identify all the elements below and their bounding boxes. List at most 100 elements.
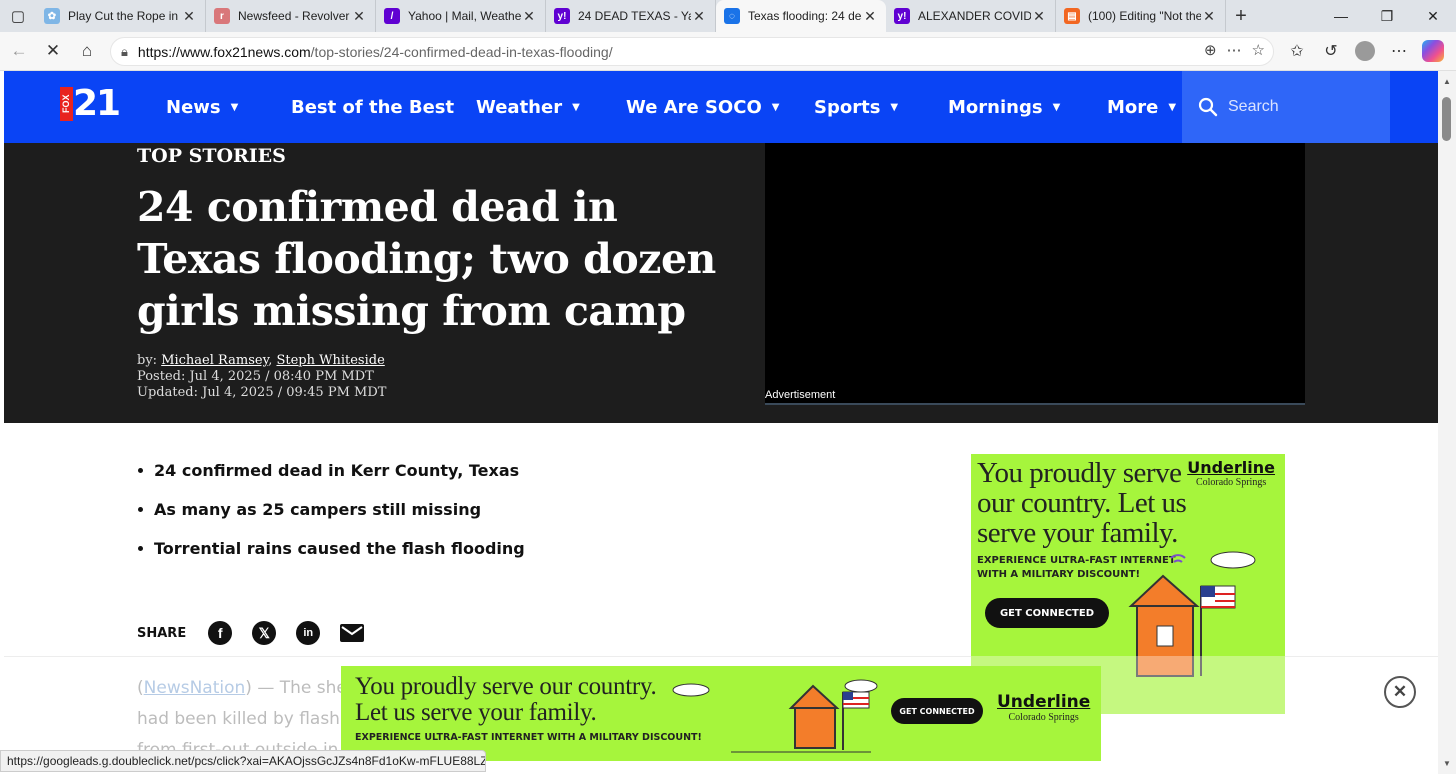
- facebook-icon[interactable]: f: [208, 621, 233, 645]
- tab-label: Yahoo | Mail, Weather,: [408, 9, 521, 23]
- video-player[interactable]: Advertisement: [765, 143, 1305, 405]
- close-tab-icon[interactable]: ✕: [181, 8, 197, 25]
- ad-headline-line: Let us serve your family.: [355, 699, 597, 726]
- scrollbar-thumb[interactable]: [1442, 97, 1451, 141]
- workspaces-icon[interactable]: ▢: [0, 0, 36, 32]
- close-window-icon[interactable]: ✕: [1410, 0, 1456, 32]
- caret-down-icon: ▼: [890, 101, 899, 113]
- minimize-icon[interactable]: —: [1318, 0, 1364, 32]
- share-label: SHARE: [137, 625, 187, 641]
- close-tab-icon[interactable]: ✕: [862, 8, 878, 25]
- nav-label: Mornings: [948, 96, 1043, 118]
- scroll-up-icon[interactable]: ▲: [1443, 77, 1451, 86]
- tab-label: Newsfeed - Revolver N: [238, 9, 351, 23]
- sticky-bottom-ad[interactable]: You proudly serve our country. Let us se…: [341, 666, 1101, 761]
- tab-favicon-icon: y!: [894, 8, 910, 24]
- browser-tab-bar: ▢ ✿Play Cut the Rope in yo✕rNewsfeed - R…: [0, 0, 1456, 32]
- nav-mornings[interactable]: Mornings ▼: [948, 71, 1060, 143]
- close-ad-icon[interactable]: ✕: [1384, 676, 1416, 708]
- nav-label: More: [1107, 96, 1159, 118]
- brand-name: Underline: [1187, 458, 1275, 477]
- close-tab-icon[interactable]: ✕: [691, 8, 707, 25]
- tab-favicon-icon: y!: [554, 8, 570, 24]
- get-connected-button[interactable]: GET CONNECTED: [891, 698, 983, 724]
- close-tab-icon[interactable]: ✕: [521, 8, 537, 25]
- caret-down-icon: ▼: [572, 101, 580, 113]
- nav-we-are-soco[interactable]: We Are SOCO ▼: [626, 71, 779, 143]
- site-header: FOX 21 News ▼ Best of the Best Weather ▼ W…: [4, 71, 1438, 143]
- nav-news[interactable]: News ▼: [166, 71, 238, 143]
- browser-tab[interactable]: ✿ Play Cut the Rope in yo✕: [36, 0, 206, 32]
- tab-label: Play Cut the Rope in yo: [68, 9, 181, 23]
- link-status-bar: https://googleads.g.doubleclick.net/pcs/…: [0, 750, 486, 772]
- home-icon[interactable]: ⌂: [70, 34, 104, 68]
- byline: by: Michael Ramsey, Steph Whiteside Post…: [137, 353, 387, 400]
- site-search-box[interactable]: Search: [1182, 71, 1390, 143]
- list-item: As many as 25 campers still missing: [138, 500, 525, 519]
- ad-subtext: EXPERIENCE ULTRA-FAST INTERNET WITH A MI…: [355, 732, 702, 743]
- ad-headline-line: You proudly serve our country.: [355, 673, 657, 700]
- caret-down-icon: ▼: [1052, 101, 1061, 113]
- section-kicker[interactable]: TOP STORIES: [137, 145, 286, 167]
- author-link[interactable]: Steph Whiteside: [276, 353, 384, 368]
- email-icon[interactable]: [340, 624, 365, 642]
- brand-sub: Colorado Springs: [1008, 712, 1079, 723]
- favorites-icon[interactable]: ✩: [1280, 34, 1314, 68]
- updated-date: Updated: Jul 4, 2025 / 09:45 PM MDT: [137, 385, 387, 400]
- nav-label: We Are SOCO: [626, 96, 762, 118]
- get-connected-button[interactable]: GET CONNECTED: [985, 598, 1109, 628]
- close-tab-icon[interactable]: ✕: [351, 8, 367, 25]
- article-highlights: 24 confirmed dead in Kerr County, Texas …: [138, 461, 525, 578]
- brand-name: Underline: [997, 692, 1091, 712]
- back-arrow-icon[interactable]: ←: [2, 34, 36, 68]
- article-headline: 24 confirmed dead in Texas flooding; two…: [137, 183, 716, 335]
- zoom-icon[interactable]: ⊕: [1204, 41, 1217, 59]
- history-icon[interactable]: ↺: [1314, 34, 1348, 68]
- more-actions-icon[interactable]: ⋯: [1227, 41, 1242, 59]
- url-bar[interactable]: 🔒︎ https://www.fox21news.com/top-stories…: [110, 37, 1274, 66]
- close-tab-icon[interactable]: ✕: [1031, 8, 1047, 25]
- restore-icon[interactable]: ❐: [1364, 0, 1410, 32]
- profile-avatar[interactable]: [1355, 41, 1375, 61]
- favorite-star-icon[interactable]: ☆: [1252, 41, 1265, 59]
- linkedin-icon[interactable]: in: [296, 621, 321, 645]
- settings-menu-icon[interactable]: ⋯: [1382, 34, 1416, 68]
- list-item: 24 confirmed dead in Kerr County, Texas: [138, 461, 525, 480]
- nav-sports[interactable]: Sports ▼: [814, 71, 898, 143]
- new-tab-button[interactable]: +: [1226, 5, 1256, 28]
- nav-more[interactable]: More ▼: [1107, 71, 1176, 143]
- share-bar: SHARE f 𝕏 in: [137, 621, 365, 645]
- ad-headline: You proudly serve our country. Let us se…: [355, 673, 657, 726]
- search-placeholder: Search: [1228, 98, 1279, 115]
- list-item: Torrential rains caused the flash floodi…: [138, 539, 525, 558]
- nav-best-of-the-best[interactable]: Best of the Best: [291, 71, 454, 143]
- nav-label: Sports: [814, 96, 881, 118]
- browser-tab[interactable]: r Newsfeed - Revolver N ✕: [206, 0, 376, 32]
- author-link[interactable]: Michael Ramsey: [161, 353, 268, 368]
- article-hero: TOP STORIES 24 confirmed dead in Texas f…: [4, 143, 1438, 423]
- tab-favicon-icon: /: [384, 8, 400, 24]
- tab-label: 24 DEAD TEXAS - Yaho: [578, 9, 691, 23]
- copilot-icon[interactable]: [1422, 40, 1444, 62]
- search-icon: [1198, 97, 1218, 117]
- nav-weather[interactable]: Weather ▼: [476, 71, 580, 143]
- caret-down-icon: ▼: [771, 101, 780, 113]
- caret-down-icon: ▼: [1168, 101, 1177, 113]
- fox21-logo[interactable]: FOX 21: [60, 86, 121, 122]
- tab-favicon-icon: ✿: [44, 8, 60, 24]
- x-twitter-icon[interactable]: 𝕏: [252, 621, 277, 645]
- site-info-icon[interactable]: 🔒︎: [121, 44, 128, 60]
- nav-label: Weather: [476, 96, 563, 118]
- scroll-down-icon[interactable]: ▼: [1443, 759, 1451, 768]
- ad-headline: You proudly serve our country. Let us se…: [977, 457, 1187, 549]
- browser-tab[interactable]: ◌ Texas flooding: 24 dea ✕: [716, 0, 886, 32]
- close-tab-icon[interactable]: ✕: [1201, 8, 1217, 25]
- browser-tab[interactable]: / Yahoo | Mail, Weather, ✕: [376, 0, 546, 32]
- nav-label: Best of the Best: [291, 96, 455, 118]
- tab-favicon-icon: r: [214, 8, 230, 24]
- page-scrollbar[interactable]: ▲ ▼: [1438, 71, 1456, 774]
- browser-tab[interactable]: y! ALEXANDER COVID NE✕: [886, 0, 1056, 32]
- browser-tab[interactable]: ▤ (100) Editing "Not the ✕: [1056, 0, 1226, 32]
- browser-tab[interactable]: y! 24 DEAD TEXAS - Yaho✕: [546, 0, 716, 32]
- stop-loading-icon[interactable]: ✕: [36, 34, 70, 68]
